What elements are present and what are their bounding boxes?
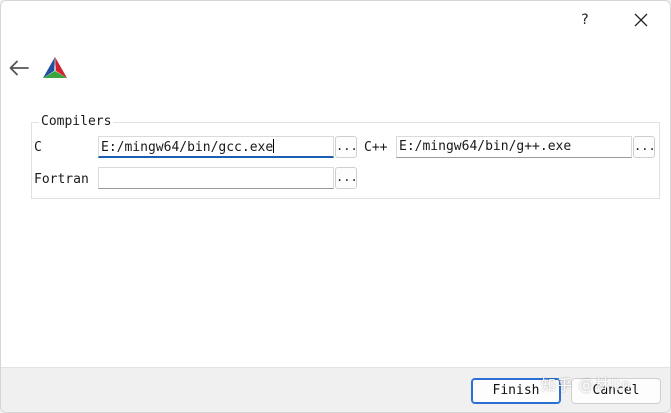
cpp-compiler-input[interactable]: E:/mingw64/bin/g++.exe — [396, 136, 632, 158]
fortran-compiler-input[interactable] — [98, 167, 334, 189]
close-button[interactable] — [621, 7, 661, 33]
fortran-compiler-browse-button[interactable]: ... — [335, 167, 358, 189]
cpp-compiler-browse-button[interactable]: ... — [633, 136, 656, 158]
c-compiler-label: C — [34, 140, 42, 155]
c-compiler-value: E:/mingw64/bin/gcc.exe — [101, 140, 274, 155]
cmake-compiler-dialog: ? Compilers C E:/mingw64/bin/gcc.exe ...… — [0, 0, 671, 413]
cancel-button[interactable]: Cancel — [571, 378, 661, 404]
back-button[interactable] — [7, 56, 31, 80]
fortran-compiler-label: Fortran — [34, 172, 89, 187]
c-compiler-browse-button[interactable]: ... — [335, 136, 358, 158]
finish-button[interactable]: Finish — [471, 378, 561, 404]
close-icon — [634, 13, 648, 27]
cpp-compiler-label: C++ — [364, 140, 388, 155]
compilers-group-title: Compilers — [39, 114, 114, 130]
help-button[interactable]: ? — [565, 7, 605, 33]
cpp-compiler-value: E:/mingw64/bin/g++.exe — [399, 139, 572, 154]
c-compiler-input[interactable]: E:/mingw64/bin/gcc.exe — [98, 136, 334, 158]
cmake-logo-icon — [43, 57, 67, 78]
text-caret — [273, 139, 275, 153]
arrow-left-icon — [9, 60, 29, 76]
